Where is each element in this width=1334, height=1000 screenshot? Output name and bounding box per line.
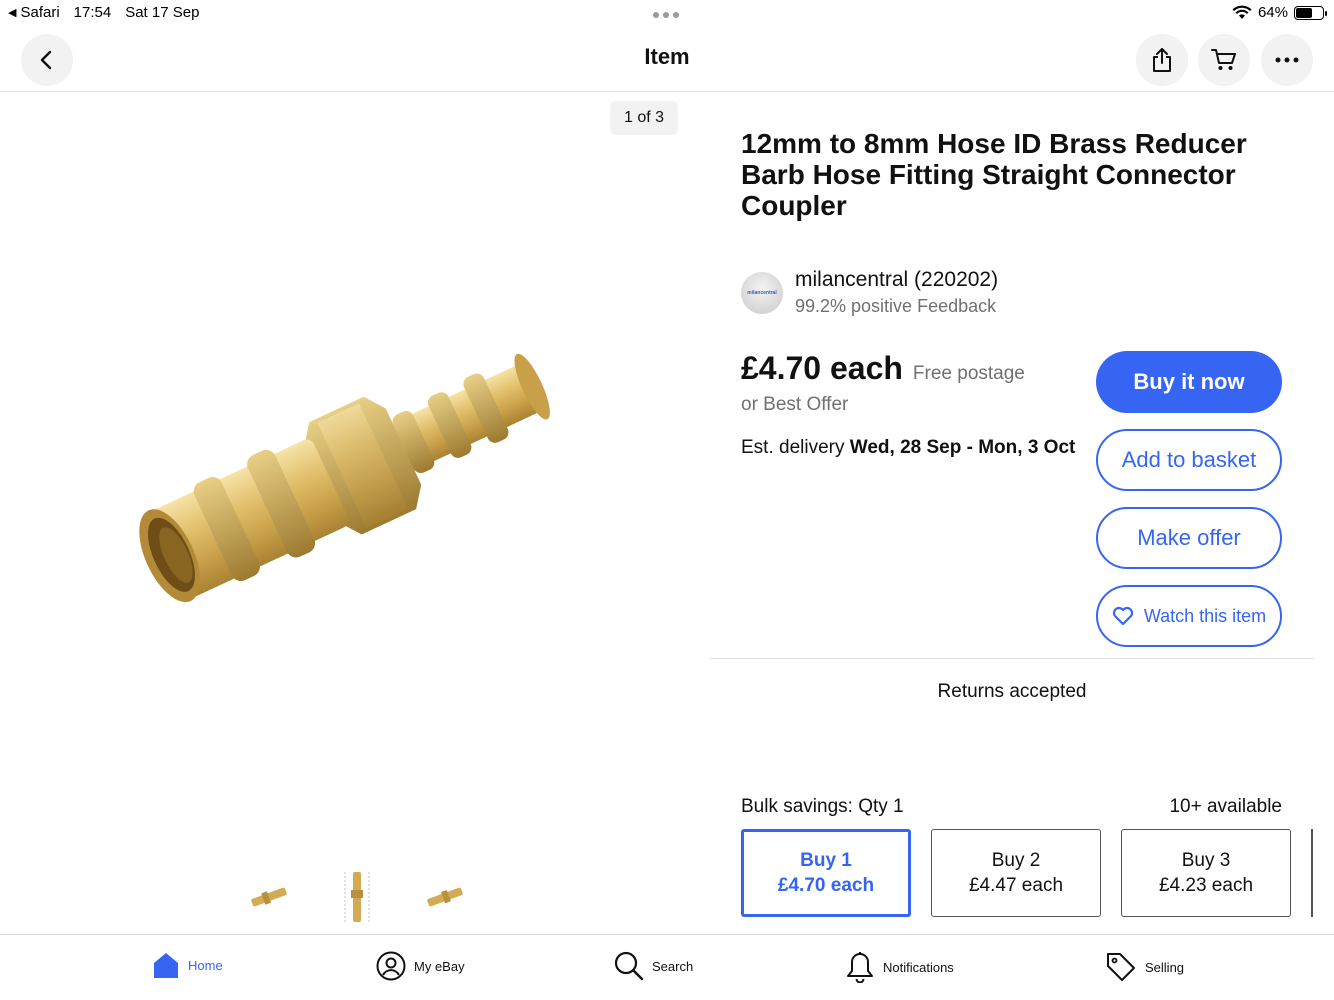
divider [710, 658, 1314, 659]
search-icon [614, 951, 644, 981]
home-icon [154, 953, 178, 978]
tab-label: Home [188, 957, 223, 973]
tier-price: £4.47 each [968, 875, 1064, 896]
seller-info[interactable]: milancentral milancentral (220202) 99.2%… [741, 268, 998, 317]
status-time: 17:54 [73, 4, 112, 21]
add-to-basket-button[interactable]: Add to basket [1096, 429, 1282, 491]
image-counter: 1 of 3 [610, 101, 678, 135]
tier-qty: Buy 3 [1181, 850, 1231, 871]
more-button[interactable] [1261, 34, 1313, 86]
cart-icon [1211, 49, 1236, 70]
watch-item-button[interactable]: Watch this item [1096, 585, 1282, 647]
tab-label: My eBay [414, 958, 465, 974]
back-to-app[interactable]: ◀ Safari [8, 4, 60, 21]
item-title: 12mm to 8mm Hose ID Brass Reducer Barb H… [741, 128, 1247, 221]
estimated-delivery: Est. delivery Wed, 28 Sep - Mon, 3 Oct [741, 437, 1075, 459]
tab-my-ebay[interactable]: My eBay [376, 951, 465, 981]
tab-home[interactable]: Home [152, 951, 223, 979]
thumbnail-2[interactable] [328, 868, 386, 926]
product-image[interactable] [110, 320, 580, 630]
tab-notifications[interactable]: Notifications [845, 951, 954, 983]
back-triangle-icon: ◀ [8, 7, 17, 19]
thumbnail-1[interactable] [240, 868, 298, 926]
thumbnail-image [427, 887, 463, 907]
tab-label: Search [652, 958, 694, 974]
thumbnail-image [251, 887, 287, 907]
share-icon [1153, 48, 1171, 72]
quantity-available: 10+ available [1169, 796, 1282, 817]
seller-logo-text: milancentral [747, 289, 777, 296]
make-offer-button[interactable]: Make offer [1096, 507, 1282, 569]
status-bar: ◀ Safari 17:54 Sat 17 Sep 64% [0, 0, 1334, 26]
cart-button[interactable] [1198, 34, 1250, 86]
bulk-tier-3[interactable]: Buy 3 £4.23 each [1121, 829, 1291, 917]
battery-icon [1294, 5, 1327, 20]
best-offer-note: or Best Offer [741, 394, 849, 415]
returns-policy: Returns accepted [937, 681, 1087, 702]
bulk-tier-2[interactable]: Buy 2 £4.47 each [931, 829, 1101, 917]
user-circle-icon [376, 951, 406, 981]
delivery-prefix: Est. delivery [741, 437, 850, 458]
tier-price: £4.23 each [1158, 875, 1254, 896]
tier-price: £4.70 each [777, 875, 875, 896]
share-button[interactable] [1136, 34, 1188, 86]
bulk-tier-next-edge[interactable] [1311, 829, 1313, 917]
buy-it-now-button[interactable]: Buy it now [1096, 351, 1282, 413]
status-date: Sat 17 Sep [125, 4, 200, 21]
thumbnail-image [344, 872, 370, 922]
tab-selling[interactable]: Selling [1105, 951, 1184, 983]
tab-label: Notifications [883, 959, 954, 975]
postage-info: Free postage [912, 363, 1025, 384]
tag-icon [1107, 953, 1135, 981]
thumbnail-strip [240, 868, 474, 926]
back-app-label: Safari [20, 4, 60, 21]
seller-name: milancentral (220202) [795, 268, 999, 291]
seller-avatar: milancentral [741, 271, 783, 314]
price-row: £4.70 each Free postage [741, 350, 1025, 387]
watch-label: Watch this item [1143, 605, 1267, 626]
tab-bar: Home My eBay Search Notifications Sellin… [0, 934, 1334, 1000]
brass-fitting-image [139, 353, 550, 603]
tier-qty: Buy 1 [800, 850, 852, 871]
battery-percent: 64% [1257, 4, 1288, 21]
seller-feedback: 99.2% positive Feedback [795, 296, 997, 316]
page-title: Item [644, 44, 690, 69]
item-price: £4.70 each [741, 350, 903, 386]
delivery-dates: Wed, 28 Sep - Mon, 3 Oct [849, 437, 1076, 458]
navigation-bar: Item [0, 28, 1334, 92]
heart-icon [1112, 606, 1133, 626]
tab-search[interactable]: Search [614, 951, 693, 981]
tier-qty: Buy 2 [991, 850, 1041, 871]
bell-icon [847, 952, 873, 983]
more-horizontal-icon [1275, 57, 1299, 63]
multitasking-dots[interactable] [653, 12, 679, 18]
bulk-tier-1[interactable]: Buy 1 £4.70 each [741, 829, 911, 917]
tab-label: Selling [1145, 959, 1185, 975]
thumbnail-3[interactable] [416, 868, 474, 926]
wifi-icon [1232, 5, 1252, 19]
bulk-savings-label: Bulk savings: Qty 1 [741, 796, 904, 817]
